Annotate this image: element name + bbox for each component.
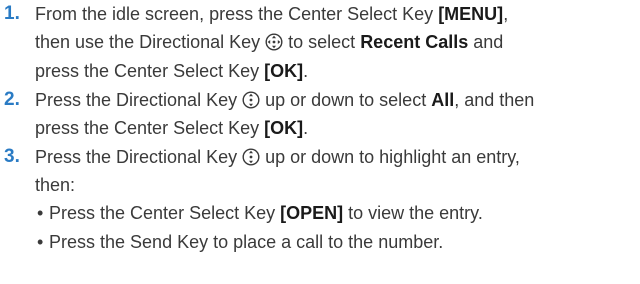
text: .	[303, 117, 309, 138]
step-3-bullets: Press the Center Select Key [OPEN] to vi…	[35, 199, 640, 256]
step-2-line-2: press the Center Select Key [OK].	[35, 114, 640, 142]
step-number: 3.	[4, 145, 20, 167]
step-1-line-2: then use the Directional Key to select R…	[35, 28, 640, 56]
text: then:	[35, 175, 76, 196]
text: to view the entry.	[343, 203, 483, 224]
step-3-line-2: then:	[35, 171, 640, 199]
step-2-line-1: Press the Directional Key up or down to …	[35, 86, 640, 114]
step-3: 3. Press the Directional Key up or down …	[0, 143, 640, 256]
text: , and then	[454, 89, 535, 110]
text: then use the Directional Key	[35, 32, 266, 53]
directional-key-updown-icon	[242, 91, 260, 109]
list-item: Press the Send Key to place a call to th…	[35, 228, 640, 257]
step-1: 1. From the idle screen, press the Cente…	[0, 0, 640, 85]
text: Press the Directional Key	[35, 146, 243, 167]
directional-key-updown-icon	[242, 148, 260, 166]
menu-key-label: [MENU]	[438, 4, 504, 24]
text: up or down to highlight an entry,	[260, 146, 520, 167]
text: Press the Send Key to place a call to th…	[49, 231, 444, 252]
step-number: 1.	[4, 3, 20, 24]
text: From the idle screen, press the Center S…	[35, 4, 439, 24]
text: and	[468, 32, 504, 53]
text: to select	[283, 32, 361, 53]
instruction-steps: 1. From the idle screen, press the Cente…	[0, 0, 640, 256]
text: Press the Directional Key	[35, 89, 243, 110]
directional-key-4way-icon	[265, 33, 283, 51]
text: .	[303, 60, 309, 81]
text: press the Center Select Key	[35, 60, 265, 81]
recent-calls-label: Recent Calls	[360, 32, 469, 53]
all-label: All	[431, 89, 455, 110]
open-key-label: [OPEN]	[280, 203, 344, 224]
step-2: 2. Press the Directional Key up or down …	[0, 86, 640, 143]
step-1-line-1: From the idle screen, press the Center S…	[35, 0, 640, 28]
text: Press the Center Select Key	[49, 203, 281, 224]
text: press the Center Select Key	[35, 117, 265, 138]
text: up or down to select	[260, 89, 432, 110]
ok-key-label: [OK]	[264, 117, 304, 138]
text: ,	[503, 4, 509, 24]
list-item: Press the Center Select Key [OPEN] to vi…	[35, 199, 640, 228]
step-3-line-1: Press the Directional Key up or down to …	[35, 143, 640, 171]
step-number: 2.	[4, 88, 20, 110]
ok-key-label: [OK]	[264, 60, 304, 81]
step-1-line-3: press the Center Select Key [OK].	[35, 57, 640, 85]
